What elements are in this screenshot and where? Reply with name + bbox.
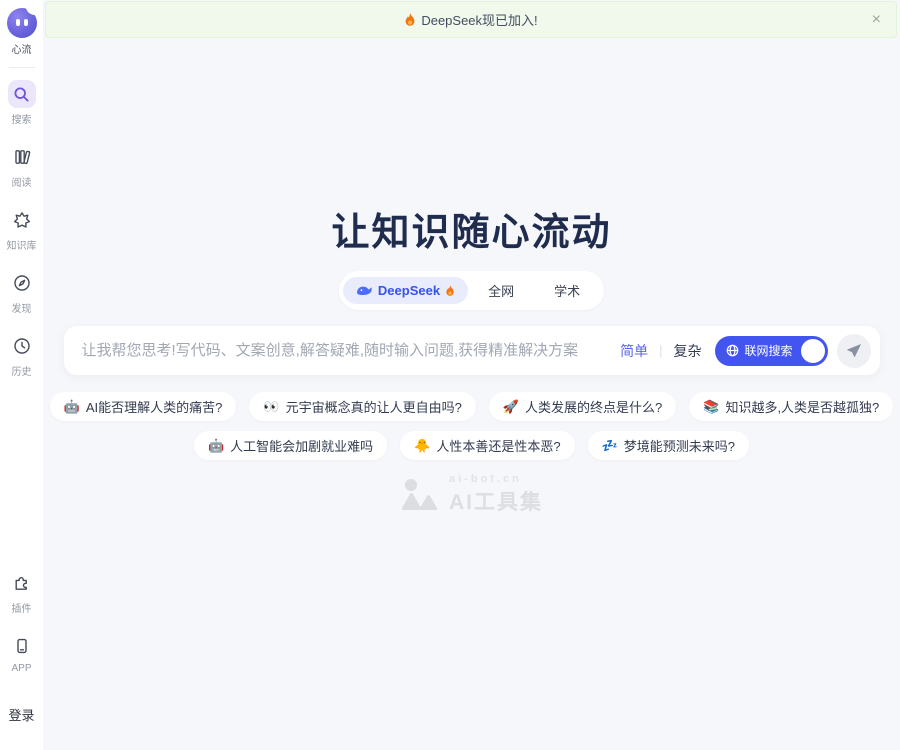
suggestion-chip[interactable]: 💤 梦境能预测未来吗? xyxy=(588,431,749,460)
eyes-icon: 👀 xyxy=(263,400,279,413)
logo-label: 心流 xyxy=(12,41,32,56)
chip-label: 人工智能会加剧就业难吗 xyxy=(230,436,373,455)
suggestion-chip[interactable]: 🐥 人性本善还是性本恶? xyxy=(400,431,574,460)
clock-icon xyxy=(8,332,36,360)
tab-label: DeepSeek xyxy=(378,283,440,298)
sidebar-divider xyxy=(9,67,35,68)
tab-academic[interactable]: 学术 xyxy=(534,275,600,306)
mode-complex-button[interactable]: 复杂 xyxy=(673,341,701,361)
search-input[interactable] xyxy=(82,342,613,359)
sidebar-item-label: 阅读 xyxy=(12,174,32,189)
watermark-text: ai-bot.cn AI工具集 xyxy=(449,473,543,516)
phone-icon xyxy=(8,632,36,660)
sidebar-item-label: 发现 xyxy=(12,300,32,315)
sidebar-item-history[interactable]: 历史 xyxy=(8,332,36,378)
suggestion-chip[interactable]: 📚 知识越多,人类是否越孤独? xyxy=(689,392,893,421)
chip-label: 梦境能预测未来吗? xyxy=(624,436,735,455)
sidebar-item-label: 搜索 xyxy=(12,111,32,126)
watermark: ai-bot.cn AI工具集 xyxy=(400,473,543,516)
tab-deepseek[interactable]: DeepSeek xyxy=(343,277,468,304)
suggestion-row-1: 🤖 AI能否理解人类的痛苦? 👀 元宇宙概念真的让人更自由吗? 🚀 人类发展的终… xyxy=(50,392,894,421)
sidebar-item-label: 知识库 xyxy=(7,237,37,252)
ai-bot-logo-icon xyxy=(400,478,442,512)
banner-text: DeepSeek现已加入! xyxy=(421,10,537,29)
books-icon: 📚 xyxy=(703,400,719,413)
robot-icon: 🤖 xyxy=(208,439,224,452)
chip-label: 元宇宙概念真的让人更自由吗? xyxy=(286,397,462,416)
sidebar-item-search[interactable]: 搜索 xyxy=(8,80,36,126)
chick-icon: 🐥 xyxy=(414,439,430,452)
web-search-toggle[interactable]: 联网搜索 xyxy=(715,336,827,366)
mode-divider: | xyxy=(659,343,662,358)
app-logo[interactable]: 心流 xyxy=(7,8,37,56)
sidebar-item-read[interactable]: 阅读 xyxy=(8,143,36,189)
tab-label: 全网 xyxy=(488,281,514,300)
chip-label: 人类发展的终点是什么? xyxy=(525,397,662,416)
suggestion-chip[interactable]: 🚀 人类发展的终点是什么? xyxy=(489,392,676,421)
watermark-name: AI工具集 xyxy=(449,486,543,516)
watermark-domain: ai-bot.cn xyxy=(449,473,543,485)
chip-label: 知识越多,人类是否越孤独? xyxy=(725,397,879,416)
search-bar: 简单 | 复杂 联网搜索 xyxy=(64,326,880,375)
answer-mode-switch: 简单 | 复杂 xyxy=(620,341,701,361)
search-mode-tabs: DeepSeek 全网 学术 xyxy=(339,271,604,310)
globe-icon xyxy=(726,344,739,357)
sidebar-item-app[interactable]: APP xyxy=(8,632,36,674)
compass-icon xyxy=(8,269,36,297)
flame-icon xyxy=(445,285,455,297)
sidebar: 心流 搜索 阅读 xyxy=(0,0,43,750)
suggestion-chip[interactable]: 👀 元宇宙概念真的让人更自由吗? xyxy=(249,392,475,421)
sidebar-item-label: 插件 xyxy=(12,600,32,615)
sidebar-item-plugin[interactable]: 插件 xyxy=(8,569,36,615)
flame-icon xyxy=(404,13,416,27)
announcement-banner: DeepSeek现已加入! × xyxy=(45,1,897,38)
web-search-label: 联网搜索 xyxy=(744,342,792,359)
sidebar-item-label: 历史 xyxy=(12,363,32,378)
page-title: 让知识随心流动 xyxy=(331,201,611,256)
paper-plane-icon xyxy=(846,343,862,359)
tab-whole-web[interactable]: 全网 xyxy=(468,275,534,306)
knowledge-base-icon xyxy=(8,206,36,234)
sidebar-item-discover[interactable]: 发现 xyxy=(8,269,36,315)
puzzle-icon xyxy=(8,569,36,597)
close-icon[interactable]: × xyxy=(872,11,881,29)
send-button[interactable] xyxy=(837,334,871,368)
whale-icon xyxy=(356,284,373,297)
sidebar-item-label: APP xyxy=(11,663,31,674)
suggestion-chip[interactable]: 🤖 AI能否理解人类的痛苦? xyxy=(50,392,237,421)
chip-label: 人性本善还是性本恶? xyxy=(436,436,560,455)
chip-label: AI能否理解人类的痛苦? xyxy=(86,397,223,416)
zzz-icon: 💤 xyxy=(602,439,618,452)
robot-icon: 🤖 xyxy=(64,400,80,413)
mode-simple-button[interactable]: 简单 xyxy=(620,341,648,361)
app-window: 心流 搜索 阅读 xyxy=(0,0,900,750)
rocket-icon: 🚀 xyxy=(503,400,519,413)
sidebar-bottom: 插件 APP 登录 xyxy=(8,569,36,750)
banner-message: DeepSeek现已加入! xyxy=(404,10,537,29)
search-icon xyxy=(8,80,36,108)
suggestion-row-2: 🤖 人工智能会加剧就业难吗 🐥 人性本善还是性本恶? 💤 梦境能预测未来吗? xyxy=(194,431,749,460)
sidebar-item-knowledge[interactable]: 知识库 xyxy=(7,206,37,252)
main-content: 让知识随心流动 DeepSeek 全网 学术 xyxy=(43,39,900,750)
xinliu-logo-icon xyxy=(7,8,37,38)
suggestion-chip[interactable]: 🤖 人工智能会加剧就业难吗 xyxy=(194,431,387,460)
tab-label: 学术 xyxy=(554,281,580,300)
read-icon xyxy=(8,143,36,171)
toggle-knob xyxy=(801,339,825,363)
login-button[interactable]: 登录 xyxy=(8,705,34,724)
